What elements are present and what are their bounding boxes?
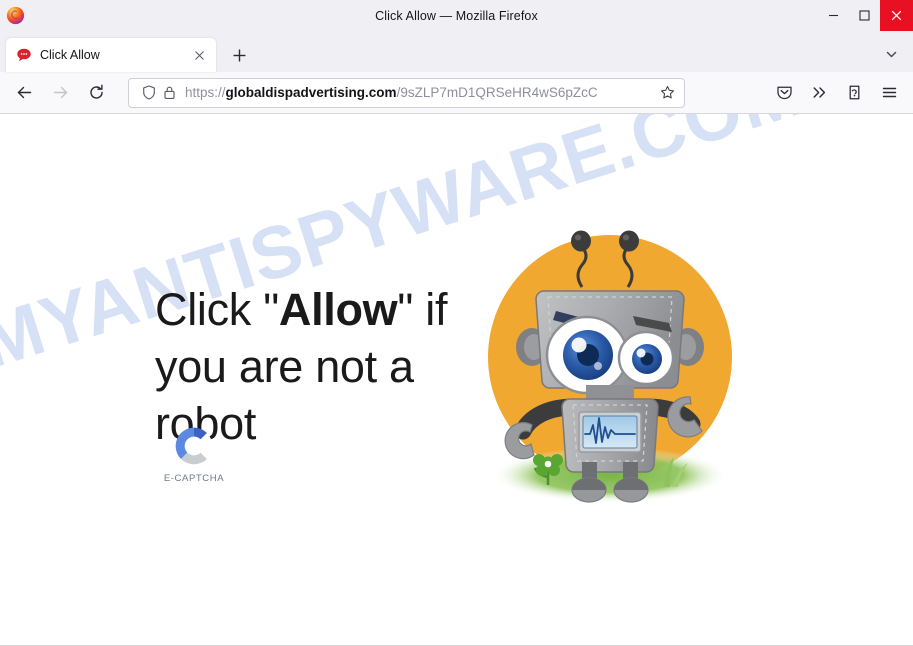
star-icon[interactable]	[656, 82, 678, 104]
headline-part1: Click "	[155, 284, 279, 335]
firefox-logo	[6, 6, 25, 25]
tab-close-icon[interactable]	[190, 46, 208, 64]
window-controls	[818, 0, 913, 31]
back-button[interactable]	[8, 77, 40, 109]
title-bar: Click Allow — Mozilla Firefox	[0, 0, 913, 31]
close-button[interactable]	[880, 0, 913, 31]
minimize-button[interactable]	[818, 0, 849, 31]
browser-window: Click Allow — Mozilla Firefox Click Allo…	[0, 0, 913, 646]
captcha-label: E-CAPTCHA	[163, 473, 225, 484]
browser-tab[interactable]: Click Allow	[6, 38, 216, 72]
hamburger-menu-icon[interactable]	[873, 77, 905, 109]
captcha-badge: E-CAPTCHA	[157, 424, 231, 484]
url-path: /9sZLP7mD1QRSeHR4wS6pZcC	[396, 84, 598, 100]
new-tab-button[interactable]	[224, 40, 254, 70]
chevron-double-right-icon[interactable]	[803, 77, 835, 109]
page-inner: Click "Allow" if you are not a robot E-C…	[0, 114, 913, 646]
maximize-button[interactable]	[849, 0, 880, 31]
c-logo-icon	[172, 424, 216, 468]
tab-title: Click Allow	[40, 48, 100, 62]
navigation-toolbar: https://globaldispadvertising.com/9sZLP7…	[0, 72, 913, 114]
window-title: Click Allow — Mozilla Firefox	[375, 8, 538, 23]
url-bar[interactable]: https://globaldispadvertising.com/9sZLP7…	[128, 77, 685, 108]
pocket-icon[interactable]	[768, 77, 800, 109]
forward-button[interactable]	[44, 77, 76, 109]
url-scheme: https://	[185, 84, 226, 100]
reload-button[interactable]	[80, 77, 112, 109]
toolbar-right-actions	[765, 77, 905, 109]
url-text[interactable]: https://globaldispadvertising.com/9sZLP7…	[185, 79, 652, 107]
tab-list-chevron-down-icon[interactable]	[877, 40, 905, 68]
url-host: globaldispadvertising.com	[225, 84, 397, 100]
speech-bubble-icon	[16, 47, 32, 63]
lock-icon[interactable]	[159, 83, 179, 103]
robot-mascot	[478, 219, 742, 509]
page-content: MYANTISPYWARE.COM Click "Allow" if you a…	[0, 114, 913, 646]
account-icon[interactable]	[838, 77, 870, 109]
tab-strip: Click Allow	[0, 31, 913, 72]
headline-emphasis: Allow	[278, 284, 398, 335]
shield-icon[interactable]	[139, 83, 159, 103]
